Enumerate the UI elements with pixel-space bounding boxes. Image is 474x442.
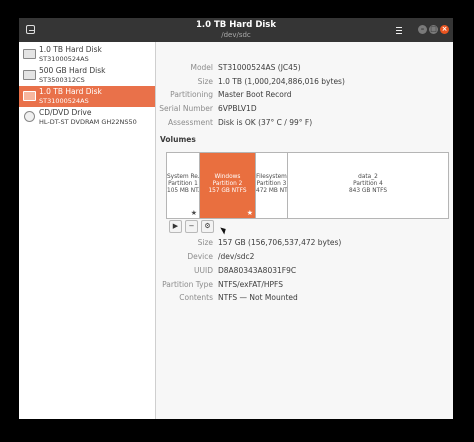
partition-3-number: Partition 3 bbox=[256, 181, 287, 187]
serial-value: 6VPBLV1D bbox=[218, 104, 257, 113]
volume-map: System Re... Partition 1 105 MB NT... ★ … bbox=[166, 152, 449, 219]
partition-size-value: 157 GB (156,706,537,472 bytes) bbox=[218, 238, 342, 247]
drive-details: Model ST31000524AS (JC45) Size 1.0 TB (1… bbox=[156, 42, 453, 419]
optical-disc-icon bbox=[24, 111, 35, 122]
drive-name: 500 GB Hard Disk bbox=[39, 66, 106, 75]
mouse-pointer-icon bbox=[220, 225, 228, 235]
partition-2-size: 157 GB NTFS bbox=[208, 188, 247, 194]
partition-3-size: 472 MB NT... bbox=[256, 188, 287, 194]
title-bar[interactable]: 1.0 TB Hard Disk /dev/sdc – □ × bbox=[19, 18, 453, 42]
model-label: Model bbox=[190, 63, 213, 72]
drive-name: 1.0 TB Hard Disk bbox=[39, 45, 102, 54]
hard-disk-icon bbox=[23, 91, 36, 101]
partitioning-value: Master Boot Record bbox=[218, 90, 292, 99]
partition-1-name: System Re... bbox=[167, 174, 200, 180]
partition-type-value: NTFS/exFAT/HPFS bbox=[218, 280, 283, 289]
volumes-heading: Volumes bbox=[160, 135, 196, 144]
contents-label: Contents bbox=[179, 293, 213, 302]
partition-2-block[interactable]: Windows Partition 2 157 GB NTFS ★ bbox=[200, 153, 256, 218]
maximize-button[interactable]: □ bbox=[429, 25, 438, 34]
drive-item-dvd[interactable]: CD/DVD Drive HL-DT-ST DVDRAM GH22NS50 bbox=[19, 107, 155, 128]
size-label: Size bbox=[197, 77, 213, 86]
drive-model: ST31000524AS bbox=[39, 55, 89, 63]
delete-partition-button[interactable]: − bbox=[185, 220, 198, 233]
assessment-value: Disk is OK (37° C / 99° F) bbox=[218, 118, 313, 127]
drive-item-1tb-a[interactable]: 1.0 TB Hard Disk ST31000524AS bbox=[19, 44, 155, 65]
drive-name: 1.0 TB Hard Disk bbox=[39, 87, 102, 96]
close-button[interactable]: × bbox=[440, 25, 449, 34]
partition-type-label: Partition Type bbox=[162, 280, 213, 289]
size-value: 1.0 TB (1,000,204,886,016 bytes) bbox=[218, 77, 345, 86]
partition-4-name: data_2 bbox=[358, 174, 378, 180]
partition-4-size: 843 GB NTFS bbox=[348, 188, 387, 194]
bootable-star-icon: ★ bbox=[246, 209, 253, 217]
partition-options-gear-icon[interactable]: ⚙ bbox=[201, 220, 214, 233]
bootable-star-icon: ★ bbox=[190, 209, 197, 217]
device-label: Device bbox=[187, 252, 213, 261]
drive-item-500gb[interactable]: 500 GB Hard Disk ST3500312CS bbox=[19, 65, 155, 86]
drive-model: ST31000524AS bbox=[39, 97, 89, 105]
drive-list: 1.0 TB Hard Disk ST31000524AS 500 GB Har… bbox=[19, 42, 156, 419]
hamburger-menu-icon[interactable] bbox=[392, 23, 406, 37]
drive-item-1tb-b[interactable]: 1.0 TB Hard Disk ST31000524AS bbox=[19, 86, 155, 107]
partition-1-size: 105 MB NT... bbox=[167, 188, 200, 194]
disks-window: 1.0 TB Hard Disk /dev/sdc – □ × 1.0 TB H… bbox=[19, 18, 453, 419]
partition-2-number: Partition 2 bbox=[212, 181, 243, 187]
hard-disk-icon bbox=[23, 49, 36, 59]
drive-name: CD/DVD Drive bbox=[39, 108, 92, 117]
partition-1-block[interactable]: System Re... Partition 1 105 MB NT... ★ bbox=[167, 153, 200, 218]
partition-4-number: Partition 4 bbox=[353, 181, 383, 187]
serial-label: Serial Number bbox=[159, 104, 213, 113]
device-value: /dev/sdc2 bbox=[218, 252, 255, 261]
mount-button[interactable]: ▶ bbox=[169, 220, 182, 233]
partition-1-number: Partition 1 bbox=[168, 181, 198, 187]
partition-size-label: Size bbox=[197, 238, 213, 247]
partition-3-name: Filesystem bbox=[256, 174, 287, 180]
partition-4-block[interactable]: data_2 Partition 4 843 GB NTFS bbox=[288, 153, 448, 218]
minimize-button[interactable]: – bbox=[418, 25, 427, 34]
partition-3-block[interactable]: Filesystem Partition 3 472 MB NT... bbox=[256, 153, 288, 218]
partitioning-label: Partitioning bbox=[170, 90, 213, 99]
uuid-label: UUID bbox=[194, 266, 213, 275]
drive-model: HL-DT-ST DVDRAM GH22NS50 bbox=[39, 118, 137, 126]
drive-model: ST3500312CS bbox=[39, 76, 85, 84]
assessment-label: Assessment bbox=[168, 118, 213, 127]
model-value: ST31000524AS (JC45) bbox=[218, 63, 301, 72]
hard-disk-icon bbox=[23, 70, 36, 80]
uuid-value: D8A80343A8031F9C bbox=[218, 266, 297, 275]
partition-2-name: Windows bbox=[214, 174, 241, 180]
contents-value: NTFS — Not Mounted bbox=[218, 293, 298, 302]
window-subtitle: /dev/sdc bbox=[221, 31, 251, 39]
window-title: 1.0 TB Hard Disk bbox=[195, 20, 277, 30]
